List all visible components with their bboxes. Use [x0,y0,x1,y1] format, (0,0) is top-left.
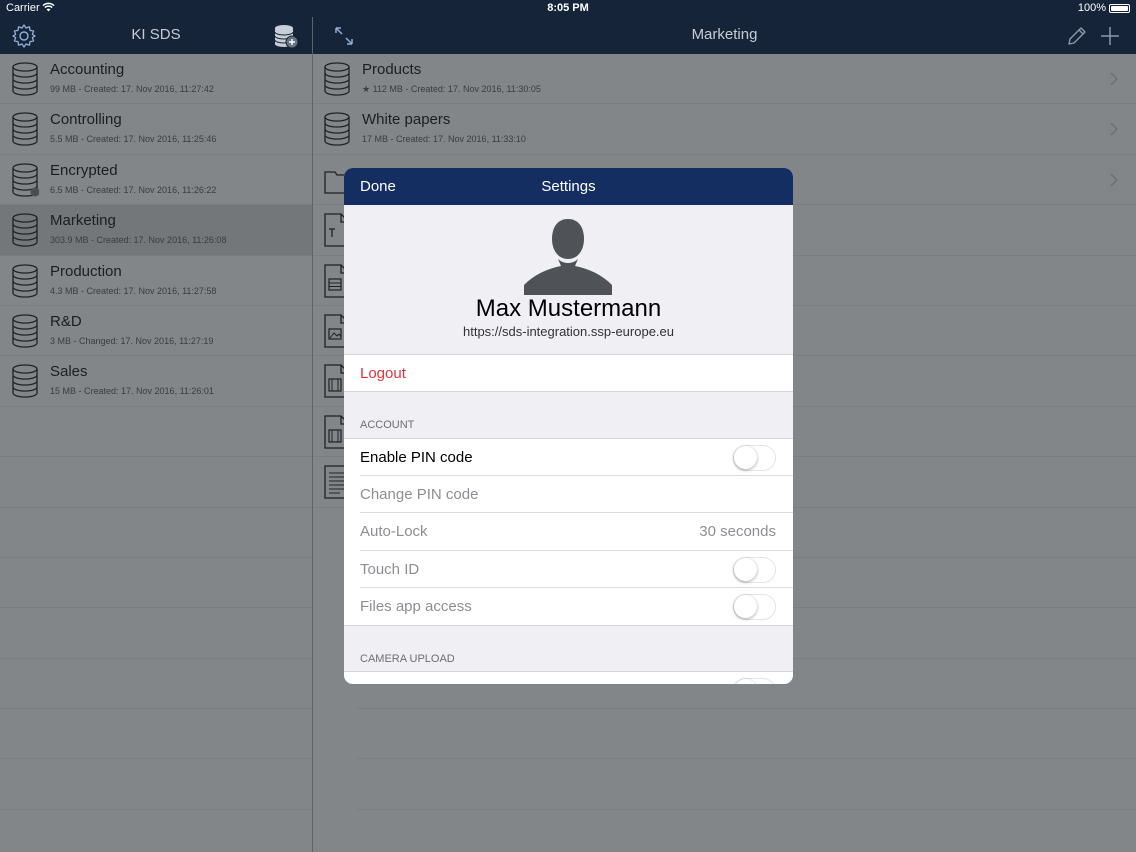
empty-row [0,709,312,760]
empty-row [0,457,312,508]
auto-lock-cell[interactable]: Auto-Lock 30 seconds [344,513,793,551]
plus-icon[interactable] [1099,25,1121,47]
room-title: Controlling [50,111,122,129]
sidebar-title: KI SDS [131,26,181,43]
room-row-production[interactable]: Production 4.3 MB - Created: 17. Nov 201… [0,256,312,306]
empty-row [0,508,312,558]
empty-row [357,759,1136,810]
server-url: https://sds-integration.ssp-europe.eu [462,324,674,339]
pencil-icon[interactable] [1065,24,1089,48]
room-meta: 303.9 MB - Created: 17. Nov 2016, 11:26:… [50,235,227,246]
room-list: Accounting 99 MB - Created: 17. Nov 2016… [0,54,312,852]
main-title: Marketing [691,26,758,43]
chevron-right-icon [1110,173,1118,187]
database-icon [12,263,38,298]
logout-button[interactable]: Logout [344,354,793,392]
user-avatar-icon [524,219,612,295]
room-meta: 3 MB - Changed: 17. Nov 2016, 11:27:19 [50,335,214,346]
empty-row [0,407,312,458]
room-title: Production [50,262,122,280]
empty-row [357,709,1136,760]
camera-upload-section-header: CAMERA UPLOAD [360,653,455,665]
item-meta: 17 MB - Created: 17. Nov 2016, 11:33:10 [362,134,526,145]
list-item-white-papers[interactable]: White papers 17 MB - Created: 17. Nov 20… [313,104,1136,155]
database-icon [12,112,38,147]
enable-pin-label: Enable PIN code [360,449,473,466]
settings-header: Done Settings [344,168,793,205]
settings-title: Settings [541,178,596,195]
clock: 8:05 PM [547,2,589,14]
files-app-toggle[interactable] [733,594,776,620]
sidebar-navbar: KI SDS [0,17,312,54]
database-icon [324,62,350,96]
empty-row [0,558,312,609]
room-row-accounting[interactable]: Accounting 99 MB - Created: 17. Nov 2016… [0,54,312,105]
item-title: White papers [362,111,451,129]
change-pin-cell[interactable]: Change PIN code [344,475,793,513]
item-meta: ★ 112 MB - Created: 17. Nov 2016, 11:30:… [362,84,541,94]
camera-upload-cell [344,671,793,684]
chevron-right-icon [1110,122,1118,136]
database-icon [12,62,38,96]
room-meta: 15 MB - Created: 17. Nov 2016, 11:26:01 [50,386,214,397]
item-title: Products [362,61,422,78]
touch-id-toggle[interactable] [733,556,776,583]
encrypted-database-icon [12,163,39,197]
logout-label: Logout [360,365,406,382]
room-row-sales[interactable]: Sales 15 MB - Created: 17. Nov 2016, 11:… [0,356,312,407]
room-title: Sales [50,363,88,381]
database-icon [12,213,38,247]
database-add-icon[interactable] [272,23,300,49]
chevron-right-icon [1110,72,1118,86]
room-meta: 4.3 MB - Created: 17. Nov 2016, 11:27:58 [50,285,217,296]
main-navbar: Marketing [313,17,1136,54]
room-meta: 6.5 MB - Created: 17. Nov 2016, 11:26:22 [50,184,217,195]
files-app-cell: Files app access [344,588,793,626]
user-name: Max Mustermann [475,295,662,322]
camera-upload-toggle[interactable] [733,678,776,684]
empty-row [0,608,312,659]
list-item-products[interactable]: Products ★ 112 MB - Created: 17. Nov 201… [313,54,1136,105]
database-icon [324,112,350,147]
room-title: R&D [50,312,82,330]
room-row-rnd[interactable]: R&D 3 MB - Changed: 17. Nov 2016, 11:27:… [0,306,312,357]
profile-section: Max Mustermann https://sds-integration.s… [344,205,793,354]
enable-pin-toggle[interactable] [733,445,776,471]
room-row-marketing[interactable]: Marketing 303.9 MB - Created: 17. Nov 20… [0,205,312,256]
room-meta: 5.5 MB - Created: 17. Nov 2016, 11:25:46 [50,134,217,145]
battery-icon [1109,4,1130,13]
room-title: Accounting [50,61,125,78]
empty-row [0,759,312,810]
auto-lock-label: Auto-Lock [360,523,428,540]
database-icon [12,364,38,398]
room-meta: 99 MB - Created: 17. Nov 2016, 11:27:42 [50,84,214,94]
touch-id-cell: Touch ID [344,550,793,588]
empty-row [0,659,312,710]
touch-id-label: Touch ID [360,560,420,578]
account-section-header: ACCOUNT [360,419,415,431]
room-title: Marketing [50,212,116,230]
battery-percent: 100% [1077,2,1106,14]
room-row-encrypted[interactable]: Encrypted 6.5 MB - Created: 17. Nov 2016… [0,155,312,206]
change-pin-label: Change PIN code [360,485,479,503]
enable-pin-cell: Enable PIN code [344,438,793,476]
status-bar: Carrier 8:05 PM 100% [0,0,1136,17]
database-icon [12,314,38,348]
room-row-controlling[interactable]: Controlling 5.5 MB - Created: 17. Nov 20… [0,104,312,155]
settings-modal: Done Settings Max Mustermann https://sds… [344,168,793,684]
files-app-label: Files app access [360,598,472,615]
auto-lock-value: 30 seconds [699,523,776,540]
room-title: Encrypted [50,161,118,179]
